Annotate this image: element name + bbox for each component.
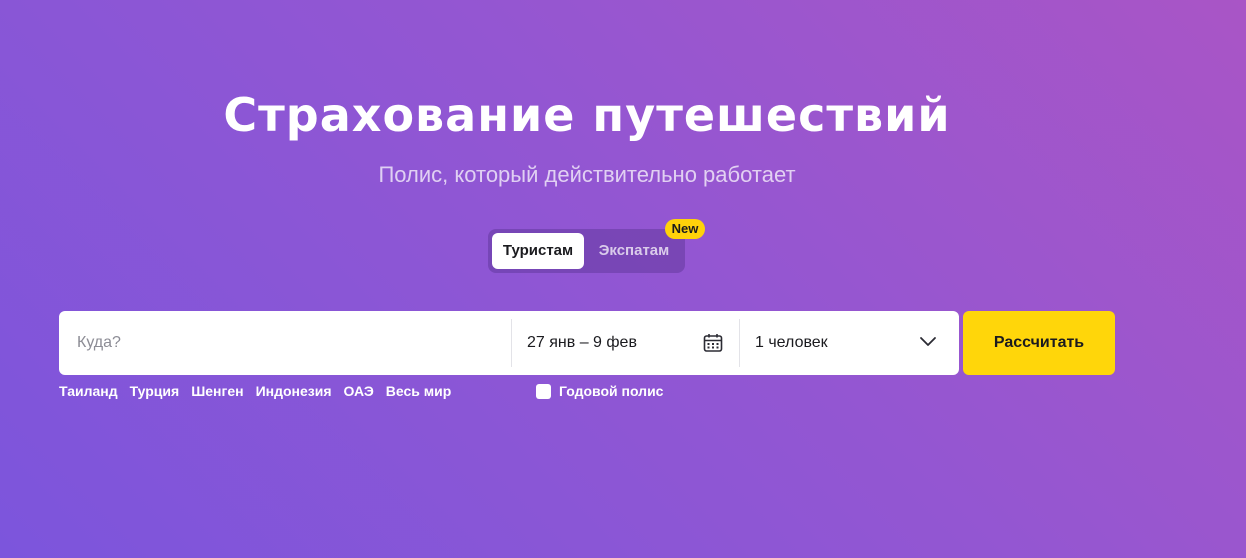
travelers-value: 1 человек [755,334,828,351]
destination-link-worldwide[interactable]: Весь мир [386,383,452,399]
destination-link-turkey[interactable]: Турция [130,383,180,399]
destination-link-indonesia[interactable]: Индонезия [256,383,332,399]
travelers-field[interactable]: 1 человек [740,311,959,375]
calculate-button[interactable]: Рассчитать [963,311,1115,375]
destination-link-thailand[interactable]: Таиланд [59,383,118,399]
tab-expats[interactable]: Экспатам [590,233,678,269]
page-title: Страхование путешествий [223,88,951,142]
popular-destinations: Таиланд Турция Шенген Индонезия ОАЭ Весь… [59,383,451,399]
destination-link-uae[interactable]: ОАЭ [344,383,374,399]
tab-tourists[interactable]: Туристам [492,233,584,269]
destination-input[interactable] [75,333,499,353]
chevron-down-icon [920,337,936,346]
dates-value: 27 янв – 9 фев [527,334,637,351]
destination-link-schengen[interactable]: Шенген [191,383,243,399]
audience-toggle: Туристам Экспатам [488,229,685,273]
calendar-icon [703,334,723,352]
annual-policy-option[interactable]: Годовой полис [536,383,663,399]
annual-policy-checkbox[interactable] [536,383,551,399]
destination-field[interactable] [59,311,511,375]
search-form: 27 янв – 9 фев 1 человек [59,311,959,375]
new-badge: New [665,219,705,239]
page-subtitle: Полис, который действительно работает [378,162,796,187]
annual-policy-label: Годовой полис [559,383,664,399]
dates-field[interactable]: 27 янв – 9 фев [512,311,739,375]
